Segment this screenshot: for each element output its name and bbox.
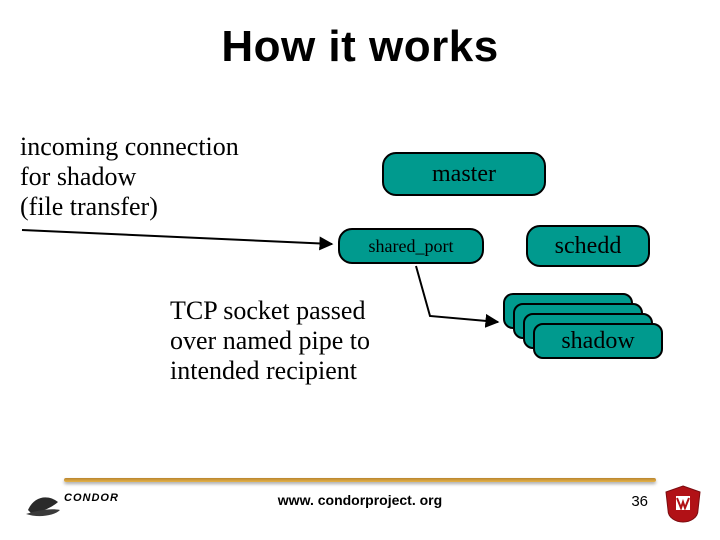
node-master: master — [382, 152, 546, 196]
condor-logo: CONDOR — [24, 488, 134, 520]
slide-title: How it works — [0, 22, 720, 72]
node-shadow-label: shadow — [561, 328, 634, 355]
uw-crest-icon — [660, 484, 706, 524]
condor-logo-text: CONDOR — [64, 492, 119, 504]
node-master-label: master — [432, 161, 496, 188]
node-shadow-stack: shadow — [503, 293, 663, 365]
node-shared-port: shared_port — [338, 228, 484, 264]
annotation-tcp: TCP socket passedover named pipe tointen… — [170, 296, 370, 386]
node-schedd-label: schedd — [555, 233, 622, 260]
node-schedd: schedd — [526, 225, 650, 267]
footer-rule — [64, 478, 656, 482]
page-number: 36 — [631, 493, 648, 510]
connector-arrows — [0, 0, 720, 540]
slide: How it works incoming connectionfor shad… — [0, 0, 720, 540]
annotation-incoming: incoming connectionfor shadow(file trans… — [20, 132, 239, 222]
node-shadow: shadow — [533, 323, 663, 359]
node-shared-port-label: shared_port — [369, 236, 454, 257]
